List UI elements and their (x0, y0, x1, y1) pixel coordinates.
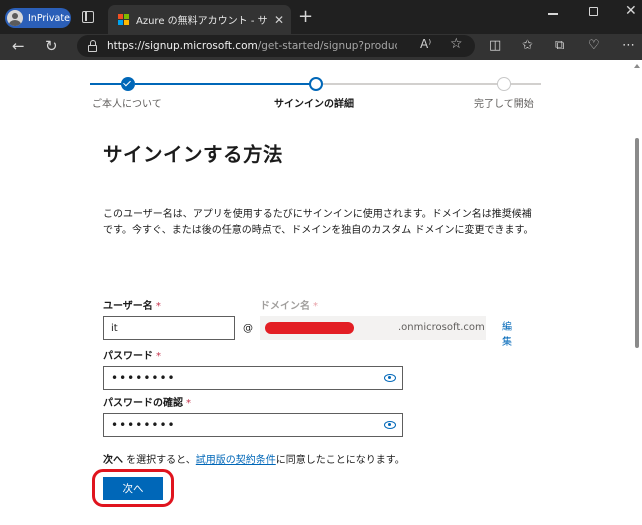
step-label-about-you: ご本人について (92, 99, 162, 110)
favorites-icon[interactable]: ✩ (522, 38, 533, 53)
refresh-icon[interactable]: ↻ (45, 37, 58, 55)
favorite-star-icon[interactable]: ☆ (450, 36, 463, 52)
signup-page: ご本人について サインインの詳細 完了して開始 サインインする方法 このユーザー… (0, 60, 632, 525)
close-tab-icon[interactable]: ✕ (274, 13, 284, 27)
address-bar[interactable]: https://signup.microsoft.com/get-started… (77, 35, 475, 57)
url-text: https://signup.microsoft.com/get-started… (107, 40, 397, 52)
show-confirm-password-eye-icon[interactable] (384, 421, 396, 429)
stepper-line (511, 83, 541, 85)
step-complete-check-icon (121, 77, 135, 91)
redaction-mark (265, 322, 354, 334)
edit-domain-link[interactable]: 編集 (502, 320, 516, 350)
split-screen-icon[interactable]: ◫ (489, 38, 501, 53)
browser-essentials-icon[interactable]: ♡ (588, 38, 600, 53)
read-aloud-icon[interactable]: A⁾ (420, 37, 431, 51)
more-options-icon[interactable]: ⋯ (622, 38, 635, 53)
scroll-up-arrow-icon[interactable] (634, 64, 640, 68)
domain-suffix: .onmicrosoft.com (398, 322, 485, 333)
microsoft-logo-icon (118, 14, 129, 25)
password-label: パスワード * (103, 351, 161, 362)
step-label-finish: 完了して開始 (474, 99, 534, 110)
username-label: ユーザー名 * (103, 301, 161, 312)
trial-terms-link[interactable]: 試用版の契約条件 (196, 455, 276, 466)
at-sign: @ (243, 323, 253, 334)
maximize-icon[interactable] (589, 7, 598, 16)
domain-label: ドメイン名 * (260, 301, 318, 312)
next-button[interactable]: 次へ (103, 477, 163, 500)
minimize-icon[interactable] (548, 13, 558, 15)
avatar-icon (7, 10, 23, 26)
confirm-password-label: パスワードの確認 * (103, 398, 191, 409)
new-tab-icon[interactable]: + (298, 7, 313, 27)
browser-tab[interactable]: Azure の無料アカウント - サインアップ ✕ (108, 5, 291, 34)
tab-title: Azure の無料アカウント - サインアップ (136, 16, 268, 27)
browser-toolbar: ← ↻ https://signup.microsoft.com/get-sta… (0, 34, 642, 60)
page-title: サインインする方法 (103, 143, 284, 166)
back-icon[interactable]: ← (12, 37, 25, 55)
password-value: •••••••• (111, 371, 176, 385)
username-input[interactable]: it (103, 316, 235, 340)
consent-text: 次へ を選択すると、試用版の契約条件に同意したことになります。 (103, 455, 405, 466)
stepper-line (323, 83, 499, 85)
step-label-signin-details: サインインの詳細 (274, 99, 354, 110)
confirm-password-input[interactable]: •••••••• (103, 413, 403, 437)
scrollbar-thumb[interactable] (635, 138, 639, 348)
browser-tab-bar: InPrivate Azure の無料アカウント - サインアップ ✕ + ✕ (0, 0, 642, 34)
inprivate-profile-button[interactable]: InPrivate (5, 8, 71, 28)
tab-actions-icon[interactable] (82, 11, 94, 23)
show-password-eye-icon[interactable] (384, 374, 396, 382)
step-pending-dot (497, 77, 511, 91)
close-window-icon[interactable]: ✕ (625, 3, 637, 19)
profile-label: InPrivate (28, 12, 70, 24)
collections-icon[interactable]: ⧉ (555, 38, 564, 53)
stepper-line (90, 83, 123, 85)
password-input[interactable]: •••••••• (103, 366, 403, 390)
confirm-password-value: •••••••• (111, 418, 176, 432)
stepper-line (135, 83, 311, 85)
description-text: このユーザー名は、アプリを使用するたびにサインインに使用されます。ドメイン名は推… (103, 209, 534, 236)
lock-icon (88, 39, 97, 52)
step-current-dot (309, 77, 323, 91)
